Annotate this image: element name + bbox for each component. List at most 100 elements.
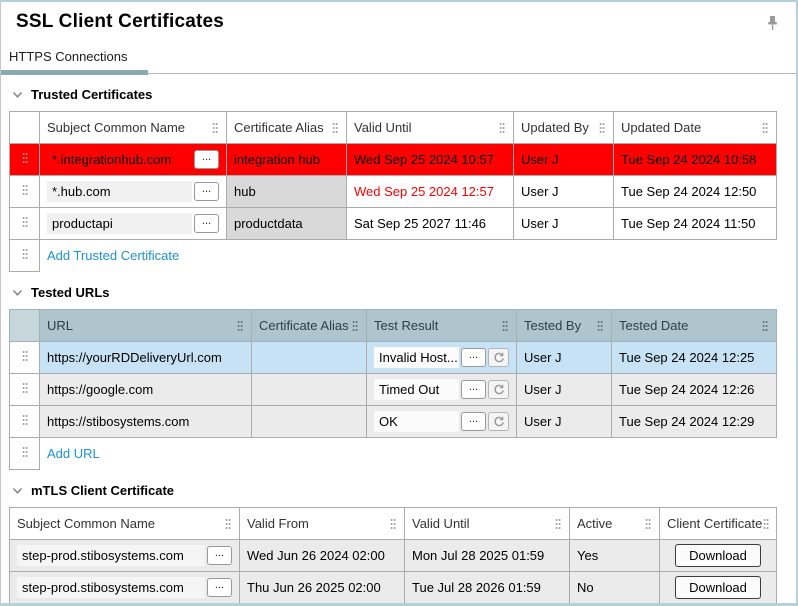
subject-common-name-input[interactable]: *.integrationhub.com xyxy=(47,149,192,170)
download-button[interactable]: Download xyxy=(675,576,761,599)
ellipsis-button[interactable]: ... xyxy=(461,412,486,431)
section-title-mtls: mTLS Client Certificate xyxy=(31,483,174,498)
column-menu-icon[interactable] xyxy=(761,319,769,333)
ellipsis-button[interactable]: ... xyxy=(461,380,486,399)
column-header-test-result[interactable]: Test Result xyxy=(367,310,517,342)
column-header-certificate-alias[interactable]: Certificate Alias xyxy=(227,112,347,144)
mtls-client-certificate-table: Subject Common Name Valid From Valid Unt… xyxy=(9,507,777,604)
column-menu-icon[interactable] xyxy=(498,121,506,135)
column-header-tested-date[interactable]: Tested Date xyxy=(612,310,777,342)
chevron-down-icon[interactable] xyxy=(12,289,23,297)
refresh-icon xyxy=(493,384,505,396)
test-result-value[interactable]: Timed Out xyxy=(374,379,459,400)
cell-certificate-alias xyxy=(252,406,367,438)
column-header-tested-by[interactable]: Tested By xyxy=(517,310,612,342)
table-row: step-prod.stibosystems.com... Thu Jun 26… xyxy=(10,572,777,604)
row-menu-icon[interactable] xyxy=(10,144,40,176)
section-trusted-certificates[interactable]: Trusted Certificates xyxy=(12,87,788,102)
cell-tested-by: User J xyxy=(517,406,612,438)
ellipsis-button[interactable]: ... xyxy=(194,182,219,201)
pin-icon[interactable] xyxy=(759,11,786,39)
download-button[interactable]: Download xyxy=(675,544,761,567)
chevron-down-icon[interactable] xyxy=(12,487,23,495)
row-menu-icon[interactable] xyxy=(10,374,40,406)
column-menu-icon[interactable] xyxy=(236,319,244,333)
column-header-certificate-alias[interactable]: Certificate Alias xyxy=(252,310,367,342)
subject-common-name-input[interactable]: step-prod.stibosystems.com xyxy=(17,545,205,566)
row-menu-icon[interactable] xyxy=(10,406,40,438)
row-menu-icon[interactable] xyxy=(10,438,40,470)
test-result-value[interactable]: OK xyxy=(374,411,459,432)
section-tested-urls[interactable]: Tested URLs xyxy=(12,285,788,300)
test-result-value[interactable]: Invalid Host... xyxy=(374,347,459,368)
column-menu-icon[interactable] xyxy=(331,121,339,135)
column-menu-icon[interactable] xyxy=(761,121,769,135)
cell-client-certificate: Download xyxy=(660,540,777,572)
row-menu-icon[interactable] xyxy=(10,240,40,272)
add-url-link[interactable]: Add URL xyxy=(47,446,100,461)
subject-common-name-input[interactable]: step-prod.stibosystems.com xyxy=(17,577,205,598)
refresh-button[interactable] xyxy=(488,348,509,367)
tab-https-connections[interactable]: HTTPS Connections xyxy=(9,49,128,70)
cell-test-result: Timed Out... xyxy=(367,374,517,406)
refresh-button[interactable] xyxy=(488,380,509,399)
refresh-icon xyxy=(493,416,505,428)
column-header-valid-until[interactable]: Valid Until xyxy=(405,508,570,540)
cell-url[interactable]: https://yourRDDeliveryUrl.com xyxy=(40,342,252,374)
row-menu-icon[interactable] xyxy=(10,208,40,240)
column-menu-icon[interactable] xyxy=(351,319,359,333)
cell-certificate-alias xyxy=(252,374,367,406)
column-header-updated-by[interactable]: Updated By xyxy=(514,112,614,144)
ellipsis-button[interactable]: ... xyxy=(194,150,219,169)
cell-updated-date: Tue Sep 24 2024 11:50 xyxy=(614,208,777,240)
ellipsis-button[interactable]: ... xyxy=(194,214,219,233)
cell-updated-date: Tue Sep 24 2024 12:50 xyxy=(614,176,777,208)
column-header-client-certificate[interactable]: Client Certificate xyxy=(660,508,777,540)
row-menu-icon[interactable] xyxy=(10,176,40,208)
column-menu-icon[interactable] xyxy=(501,319,509,333)
column-menu-icon[interactable] xyxy=(224,517,232,531)
ssl-client-certificates-panel: SSL Client Certificates HTTPS Connection… xyxy=(0,0,798,606)
column-header-valid-until[interactable]: Valid Until xyxy=(347,112,514,144)
column-label: Certificate Alias xyxy=(234,120,324,135)
table-row: https://google.com Timed Out... User J T… xyxy=(10,374,777,406)
column-header-valid-from[interactable]: Valid From xyxy=(240,508,405,540)
refresh-icon xyxy=(493,352,505,364)
column-menu-icon[interactable] xyxy=(554,517,562,531)
add-cell: Add URL xyxy=(40,438,777,470)
column-menu-icon[interactable] xyxy=(598,121,606,135)
table-row: *.integrationhub.com... integration hub … xyxy=(10,144,777,176)
add-trusted-certificate-link[interactable]: Add Trusted Certificate xyxy=(47,248,179,263)
column-header-subject-common-name[interactable]: Subject Common Name xyxy=(40,112,227,144)
panel-header: SSL Client Certificates xyxy=(1,2,796,39)
section-title-trusted: Trusted Certificates xyxy=(31,87,152,102)
column-label: Subject Common Name xyxy=(17,516,155,531)
column-header-url[interactable]: URL xyxy=(40,310,252,342)
column-menu-icon[interactable] xyxy=(596,319,604,333)
cell-url[interactable]: https://google.com xyxy=(40,374,252,406)
column-label: Valid From xyxy=(247,516,309,531)
column-header-active[interactable]: Active xyxy=(570,508,660,540)
column-menu-icon[interactable] xyxy=(762,517,770,531)
column-header-updated-date[interactable]: Updated Date xyxy=(614,112,777,144)
section-mtls-client-certificate[interactable]: mTLS Client Certificate xyxy=(12,483,788,498)
column-menu-icon[interactable] xyxy=(211,121,219,135)
cell-url[interactable]: https://stibosystems.com xyxy=(40,406,252,438)
ellipsis-button[interactable]: ... xyxy=(207,546,232,565)
cell-subject-common-name: step-prod.stibosystems.com... xyxy=(10,572,240,604)
ellipsis-button[interactable]: ... xyxy=(461,348,486,367)
cell-certificate-alias: productdata xyxy=(227,208,347,240)
ellipsis-button[interactable]: ... xyxy=(207,578,232,597)
handle-column-header xyxy=(10,112,40,144)
table-row: step-prod.stibosystems.com... Wed Jun 26… xyxy=(10,540,777,572)
subject-common-name-input[interactable]: productapi xyxy=(47,213,192,234)
row-menu-icon[interactable] xyxy=(10,342,40,374)
column-menu-icon[interactable] xyxy=(389,517,397,531)
refresh-button[interactable] xyxy=(488,412,509,431)
cell-subject-common-name: *.hub.com... xyxy=(40,176,227,208)
cell-updated-by: User J xyxy=(514,208,614,240)
chevron-down-icon[interactable] xyxy=(12,91,23,99)
subject-common-name-input[interactable]: *.hub.com xyxy=(47,181,192,202)
column-menu-icon[interactable] xyxy=(644,517,652,531)
column-header-subject-common-name[interactable]: Subject Common Name xyxy=(10,508,240,540)
